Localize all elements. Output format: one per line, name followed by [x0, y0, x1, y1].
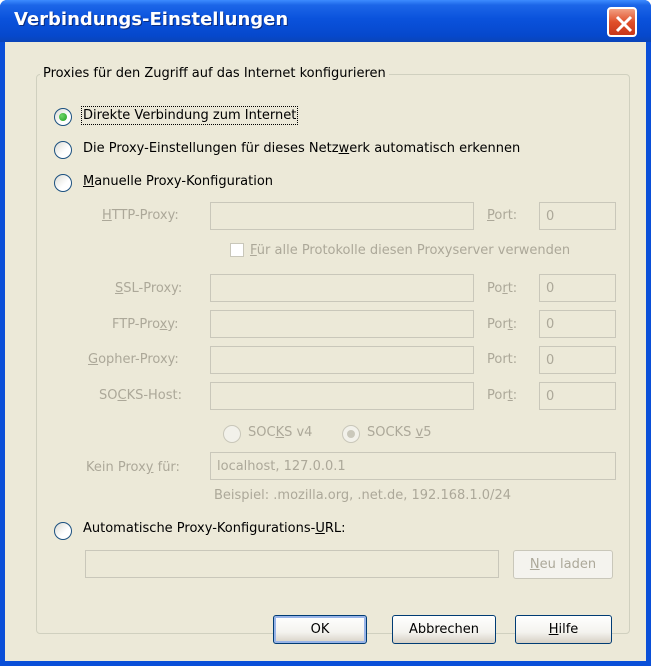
no-proxy-input[interactable]	[210, 452, 616, 480]
radio-auto-config-url[interactable]	[54, 522, 72, 540]
label-part: S v4	[284, 425, 313, 440]
radio-direct-connection-label[interactable]: Direkte Verbindung zum Internet	[80, 106, 299, 125]
label-part: ür alle Protokolle diesen Proxyserver ve…	[256, 243, 571, 258]
label-part: SO	[99, 388, 118, 403]
ssl-proxy-input[interactable]	[210, 274, 474, 302]
auto-config-url-input[interactable]	[85, 550, 499, 578]
radio-manual-config-label[interactable]: Manuelle Proxy-Konfiguration	[83, 174, 273, 189]
radio-socks-v5-label[interactable]: SOCKS v5	[367, 425, 431, 440]
http-port-label: Port:	[487, 208, 517, 223]
label-part: 5	[423, 425, 432, 440]
ssl-port-label: Port:	[487, 281, 517, 296]
label-part: Por	[487, 317, 508, 332]
label-part: Po	[487, 281, 503, 296]
radio-auto-config-url-label[interactable]: Automatische Proxy-Konfigurations-URL:	[83, 521, 345, 536]
label-part: Por	[487, 388, 508, 403]
label-part: FTP-Pro	[112, 317, 160, 332]
gopher-proxy-input[interactable]	[210, 346, 474, 374]
label-part: erk automatisch erkennen	[349, 141, 521, 156]
label-part: für:	[153, 460, 180, 475]
label-accesskey: G	[88, 352, 99, 367]
ftp-port-label: Port:	[487, 317, 517, 332]
help-button[interactable]: Hilfe	[515, 615, 612, 644]
label-part: :	[512, 388, 518, 403]
dialog-body: Proxies für den Zugriff auf das Internet…	[5, 42, 646, 661]
label-part: Kein Prox	[86, 460, 146, 475]
socks-port-input[interactable]	[539, 382, 616, 410]
label-accesskey: C	[117, 388, 127, 403]
socks-host-input[interactable]	[210, 382, 474, 410]
label-part: eu laden	[539, 557, 597, 572]
dialog-window: Verbindungs-Einstellungen Proxies für de…	[0, 0, 651, 666]
label-part: ilfe	[558, 622, 579, 637]
cancel-button[interactable]: Abbrechen	[392, 615, 496, 644]
label-part: ort:	[494, 208, 518, 223]
close-icon	[615, 15, 633, 33]
label-accesskey: M	[83, 174, 95, 189]
label-part: anuelle Proxy-Konfiguration	[94, 174, 274, 189]
label-part: TTP-Proxy:	[111, 208, 179, 223]
label-part: KS-Host:	[126, 388, 183, 403]
radio-socks-v4[interactable]	[223, 425, 241, 443]
ftp-proxy-label: FTP-Proxy:	[112, 317, 179, 332]
radio-selected-dot	[347, 430, 355, 438]
label-part: :	[512, 317, 518, 332]
label-accesskey: K	[275, 425, 285, 440]
gopher-port-input[interactable]	[539, 346, 616, 374]
label-accesskey: U	[315, 521, 325, 536]
radio-manual-config[interactable]	[54, 174, 72, 192]
socks-port-label: Port:	[487, 388, 517, 403]
label-part: Die Proxy-Einstellungen für dieses Netz	[83, 141, 339, 156]
label-accesskey: F	[250, 243, 257, 258]
label-part: SOC	[248, 425, 276, 440]
http-proxy-label: HTTP-Proxy:	[102, 208, 179, 223]
label-part: t:	[507, 281, 518, 296]
label-accesskey: w	[338, 141, 350, 156]
share-all-checkbox[interactable]	[230, 243, 244, 257]
radio-socks-v4-label[interactable]: SOCKS v4	[248, 425, 312, 440]
close-button[interactable]	[607, 7, 637, 37]
ftp-port-input[interactable]	[539, 310, 616, 338]
radio-auto-detect[interactable]	[54, 141, 72, 159]
radio-socks-v5[interactable]	[342, 425, 360, 443]
socks-host-label: SOCKS-Host:	[99, 388, 182, 403]
reload-button[interactable]: Neu laden	[513, 550, 613, 579]
label-part: RL:	[324, 521, 346, 536]
radio-selected-dot	[59, 113, 67, 121]
http-proxy-input[interactable]	[210, 202, 474, 230]
no-proxy-label: Kein Proxy für:	[86, 460, 180, 475]
share-all-label: Für alle Protokolle diesen Proxyserver v…	[250, 243, 570, 258]
ssl-port-input[interactable]	[539, 274, 616, 302]
label-accesskey: N	[529, 557, 540, 572]
label-part: SOCKS	[367, 425, 416, 440]
label-part: Automatische Proxy-Konfigurations-	[83, 521, 316, 536]
radio-direct-connection[interactable]	[54, 108, 72, 126]
window-title: Verbindungs-Einstellungen	[14, 9, 289, 30]
title-bar[interactable]: Verbindungs-Einstellungen	[0, 0, 651, 42]
proxy-group-legend: Proxies für den Zugriff auf das Internet…	[40, 66, 389, 81]
ftp-proxy-input[interactable]	[210, 310, 474, 338]
label-accesskey: H	[102, 208, 112, 223]
ok-button[interactable]: OK	[273, 615, 367, 644]
gopher-proxy-label: Gopher-Proxy:	[88, 352, 179, 367]
ssl-proxy-label: SSL-Proxy:	[115, 281, 182, 296]
no-proxy-example: Beispiel: .mozilla.org, .net.de, 192.168…	[214, 488, 511, 503]
label-part: opher-Proxy:	[98, 352, 179, 367]
label-part: SL-Proxy:	[123, 281, 183, 296]
http-port-input[interactable]	[539, 202, 616, 230]
gopher-port-label: Port:	[487, 352, 518, 367]
radio-auto-detect-label[interactable]: Die Proxy-Einstellungen für dieses Netzw…	[83, 141, 520, 156]
label-part: y:	[167, 317, 179, 332]
